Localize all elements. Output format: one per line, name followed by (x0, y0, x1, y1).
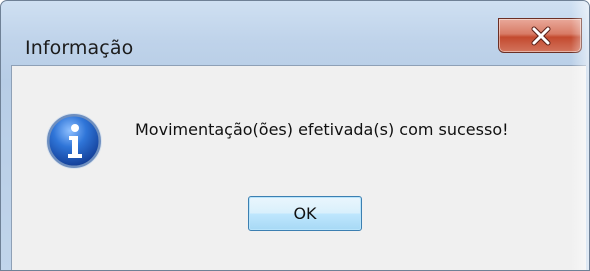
close-icon (531, 26, 551, 46)
ok-button-label: OK (293, 204, 317, 223)
info-icon (46, 113, 102, 169)
ok-button[interactable]: OK (248, 196, 362, 231)
window-title: Informação (25, 37, 134, 59)
close-button[interactable] (498, 18, 582, 53)
dialog-content: Movimentação(ões) efetivada(s) com suces… (11, 65, 586, 270)
title-bar[interactable]: Informação (1, 1, 589, 65)
dialog-message: Movimentação(ões) efetivada(s) com suces… (135, 120, 509, 139)
dialog-window: Informação Movimentação(ões) efetivada(s… (0, 0, 590, 271)
